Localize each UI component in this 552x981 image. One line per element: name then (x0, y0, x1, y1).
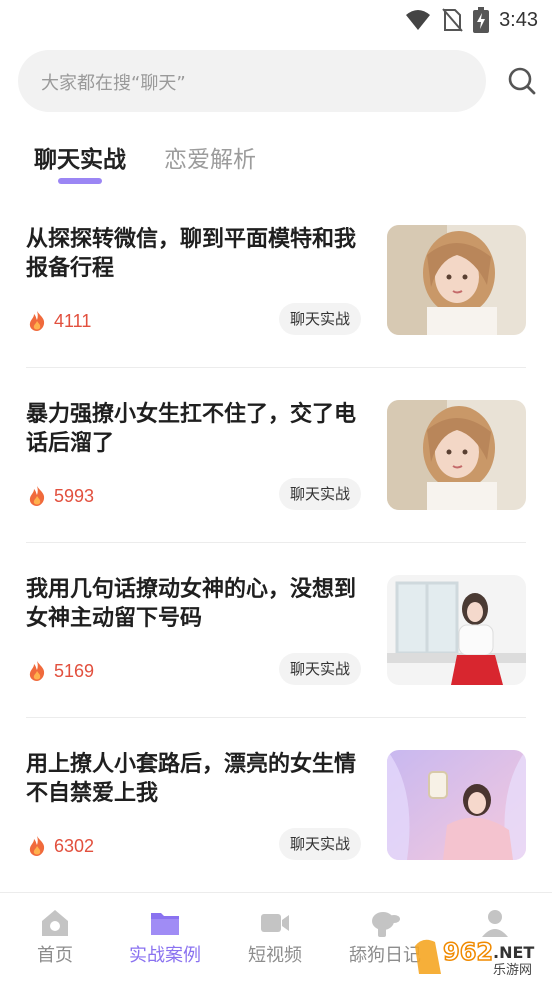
flame-icon (29, 311, 45, 331)
flame-icon (29, 661, 45, 681)
clock: 3:43 (499, 8, 538, 31)
category-tag[interactable]: 聊天实战 (279, 303, 362, 335)
article-meta: 5993 (26, 485, 94, 507)
tab-love-analysis[interactable]: 恋爱解析 (164, 140, 256, 174)
watermark-number: 962 (443, 938, 493, 966)
category-tag[interactable]: 聊天实战 (279, 478, 362, 510)
article-card[interactable]: 暴力强撩小女生扛不住了，交了电话后溜了 5993 聊天实战 (26, 400, 526, 510)
wifi-icon (406, 10, 431, 30)
article-meta: 6302 (26, 835, 94, 857)
article-card[interactable]: 我用几句话撩动女神的心，没想到女神主动留下号码 5169 聊天实战 (26, 575, 526, 685)
tab-indicator (58, 178, 102, 184)
article-thumbnail (387, 400, 526, 510)
article-thumbnail (387, 750, 526, 860)
watermark-sub: 乐游网 (493, 963, 532, 976)
nav-label: 短视频 (248, 945, 302, 966)
search-input[interactable]: 大家都在搜“聊天” (18, 50, 486, 112)
article-card[interactable]: 从探探转微信，聊到平面模特和我报备行程 4111 聊天实战 (26, 225, 526, 335)
nav-cases[interactable]: 实战案例 (110, 893, 220, 981)
article-thumbnail (387, 575, 526, 685)
status-icons: 3:43 (405, 6, 538, 34)
category-tag[interactable]: 聊天实战 (279, 828, 362, 860)
search-row: 大家都在搜“聊天” (18, 50, 538, 112)
divider (26, 717, 526, 718)
folder-icon (151, 913, 179, 935)
article-title: 用上撩人小套路后，漂亮的女生情不自禁爱上我 (26, 752, 357, 806)
divider (26, 367, 526, 368)
watermark-logo: 962 .NET 乐游网 (413, 934, 548, 978)
heat-count: 5993 (54, 485, 95, 506)
nav-label: 首页 (37, 945, 73, 966)
article-title: 我用几句话撩动女神的心，没想到女神主动留下号码 (26, 577, 357, 631)
article-meta: 5169 (26, 660, 94, 682)
home-icon (42, 910, 68, 936)
search-icon[interactable] (506, 65, 538, 97)
battery-charging-icon (473, 7, 490, 33)
dog-icon (372, 912, 400, 937)
article-title: 从探探转微信，聊到平面模特和我报备行程 (26, 227, 357, 281)
heat-count: 4111 (54, 310, 92, 331)
nav-home[interactable]: 首页 (0, 893, 110, 981)
divider (26, 542, 526, 543)
article-meta: 4111 (26, 310, 91, 332)
category-tag[interactable]: 聊天实战 (279, 653, 362, 685)
search-placeholder: 大家都在搜“聊天” (41, 73, 186, 94)
article-card[interactable]: 用上撩人小套路后，漂亮的女生情不自禁爱上我 6302 聊天实战 (26, 750, 526, 860)
heat-count: 6302 (54, 835, 95, 856)
heat-count: 5169 (54, 660, 95, 681)
no-sim-icon (442, 8, 463, 32)
watermark-net: .NET (493, 943, 534, 962)
flame-icon (29, 486, 45, 506)
nav-label: 实战案例 (129, 945, 201, 966)
tab-chat-practice[interactable]: 聊天实战 (34, 140, 126, 174)
article-thumbnail (387, 225, 526, 335)
flame-icon (29, 836, 45, 856)
article-title: 暴力强撩小女生扛不住了，交了电话后溜了 (26, 402, 357, 456)
nav-short-video[interactable]: 短视频 (220, 893, 330, 981)
status-bar: 3:43 (0, 0, 552, 40)
video-icon (261, 914, 289, 932)
